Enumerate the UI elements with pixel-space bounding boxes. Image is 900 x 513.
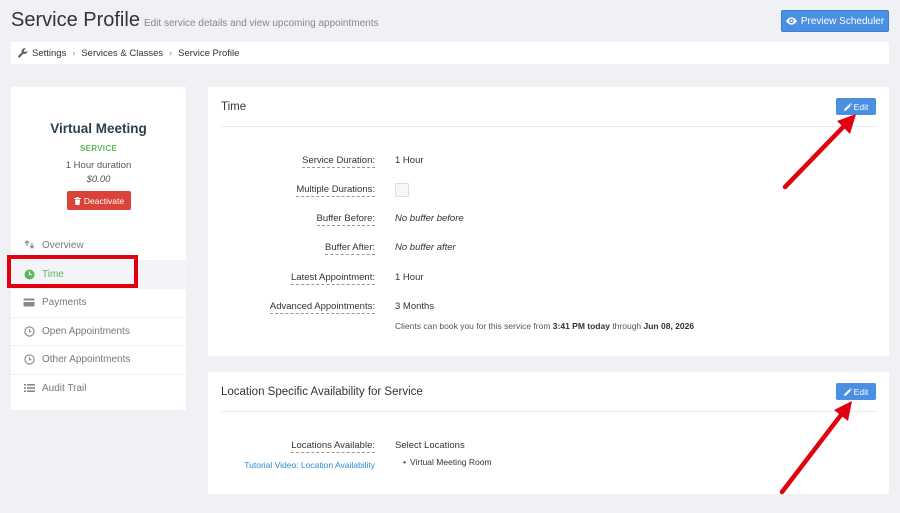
locations-available-value: Select Locations — [395, 440, 465, 451]
sidebar-nav: Overview Time Payments Open Appointments… — [11, 231, 186, 402]
deactivate-label: Deactivate — [83, 195, 125, 206]
locations-available-label: Locations Available: — [291, 440, 375, 453]
note-prefix: Clients can book you for this service fr… — [395, 321, 553, 331]
sidebar-item-label: Other Appointments — [42, 354, 131, 366]
tutorial-video-link[interactable]: Tutorial Video: Location Availability — [244, 460, 375, 470]
time-edit-button[interactable]: Edit — [836, 98, 876, 115]
eye-icon — [785, 17, 797, 25]
time-card-header: Time Edit — [221, 87, 876, 127]
sidebar-item-label: Payments — [42, 297, 87, 309]
credit-card-icon — [22, 296, 36, 310]
sidebar-item-label: Overview — [42, 239, 84, 251]
breadcrumb-service-profile: Service Profile — [178, 47, 240, 59]
list-icon — [22, 381, 36, 395]
sidebar-item-other-appointments[interactable]: Other Appointments — [11, 345, 186, 374]
breadcrumb-services-classes[interactable]: Services & Classes — [81, 48, 163, 59]
booking-window-note: Clients can book you for this service fr… — [395, 321, 694, 331]
chevron-right-icon: › — [72, 48, 76, 58]
location-card-header: Location Specific Availability for Servi… — [221, 372, 876, 412]
service-name: Virtual Meeting — [50, 121, 147, 136]
sidebar-item-label: Audit Trail — [42, 382, 87, 394]
advanced-appointments-label: Advanced Appointments: — [269, 301, 375, 314]
page-title: Service Profile Edit service details and … — [11, 9, 379, 32]
edit-label: Edit — [853, 386, 869, 397]
clock-outline-icon — [22, 353, 36, 367]
note-from: 3:41 PM today — [552, 321, 610, 331]
edit-label: Edit — [853, 101, 869, 112]
sidebar-item-overview[interactable]: Overview — [11, 231, 186, 260]
service-price: $0.00 — [86, 174, 111, 185]
sidebar-item-open-appointments[interactable]: Open Appointments — [11, 316, 186, 346]
pencil-icon — [843, 387, 852, 396]
sidebar-item-time[interactable]: Time — [11, 259, 186, 288]
sidebar-item-label: Time — [42, 268, 64, 280]
clock-outline-icon — [22, 324, 36, 338]
preview-scheduler-label: Preview Scheduler — [800, 15, 885, 27]
service-duration-value: 1 Hour — [395, 155, 424, 166]
buffer-before-label: Buffer Before: — [316, 213, 375, 226]
wrench-icon — [18, 48, 28, 58]
chevron-right-icon: › — [169, 48, 173, 58]
location-card-title: Location Specific Availability for Servi… — [221, 385, 423, 398]
sidebar-item-payments[interactable]: Payments — [11, 288, 186, 317]
buffer-after-value: No buffer after — [395, 242, 456, 253]
clock-icon — [22, 267, 36, 281]
page-title-text: Service Profile — [11, 9, 140, 31]
multiple-durations-checkbox[interactable] — [395, 183, 409, 197]
sidebar-item-audit-trail[interactable]: Audit Trail — [11, 373, 186, 403]
time-card: Time Edit Service Duration: 1 Hour Multi… — [208, 87, 889, 356]
trash-icon — [73, 196, 81, 205]
pencil-icon — [843, 102, 852, 111]
latest-appointment-label: Latest Appointment: — [291, 272, 375, 285]
location-edit-button[interactable]: Edit — [836, 383, 876, 400]
deactivate-button[interactable]: Deactivate — [67, 191, 131, 210]
multiple-durations-label: Multiple Durations: — [296, 184, 375, 197]
advanced-appointments-value: 3 Months — [395, 301, 435, 312]
note-to: Jun 08, 2026 — [643, 321, 695, 331]
breadcrumb: Settings › Services & Classes › Service … — [11, 42, 889, 64]
breadcrumb-settings[interactable]: Settings — [32, 48, 66, 59]
location-card: Location Specific Availability for Servi… — [208, 372, 889, 494]
time-card-title: Time — [221, 100, 247, 113]
sidebar-item-label: Open Appointments — [42, 325, 130, 337]
buffer-before-value: No buffer before — [395, 213, 464, 224]
service-duration-label: Service Duration: — [302, 155, 375, 168]
note-middle: through — [609, 321, 644, 331]
service-duration: 1 Hour duration — [65, 160, 132, 171]
overview-icon — [22, 238, 36, 252]
latest-appointment-value: 1 Hour — [395, 272, 424, 283]
service-type-badge: SERVICE — [79, 144, 118, 153]
buffer-after-label: Buffer After: — [325, 242, 375, 255]
location-list-item: Virtual Meeting Room — [403, 457, 492, 467]
preview-scheduler-button[interactable]: Preview Scheduler — [781, 10, 889, 32]
page-subtitle: Edit service details and view upcoming a… — [143, 18, 379, 29]
service-sidebar: Virtual Meeting SERVICE 1 Hour duration … — [11, 87, 186, 410]
